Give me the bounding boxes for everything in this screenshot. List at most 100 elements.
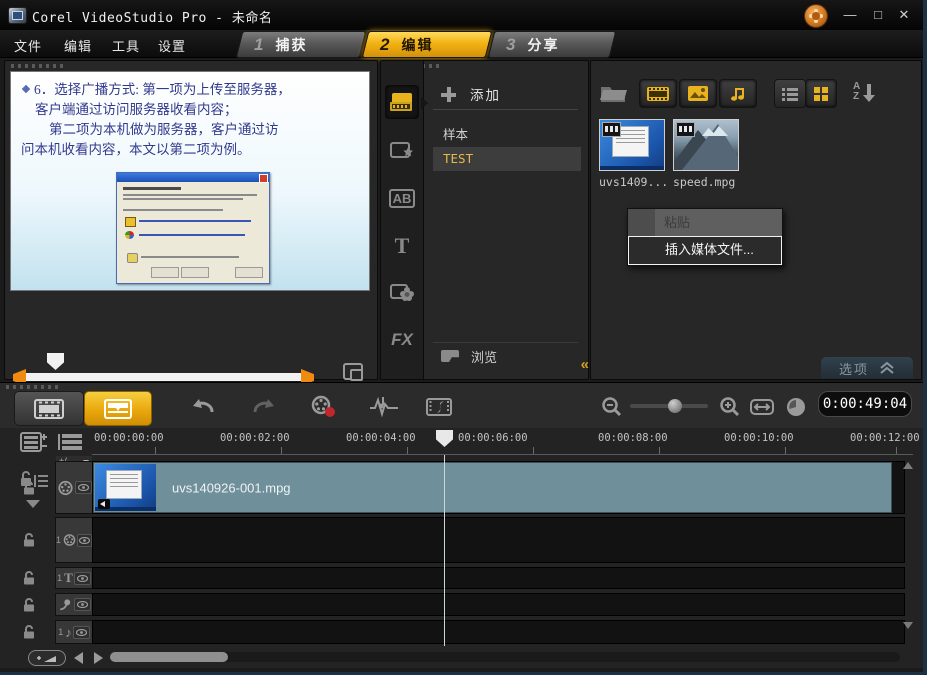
enlarge-preview-icon[interactable] — [343, 363, 363, 380]
menu-file[interactable]: 文件 — [14, 36, 42, 55]
nav-media-button[interactable] — [385, 85, 419, 119]
maximize-button[interactable]: □ — [867, 6, 889, 24]
overlay-track-body[interactable] — [92, 517, 905, 563]
menu-tools[interactable]: 工具 — [112, 36, 140, 55]
title-track-body[interactable] — [92, 567, 905, 589]
project-duration-button[interactable] — [778, 393, 814, 421]
preview-scrub-marker[interactable] — [47, 353, 64, 370]
library-add-row[interactable]: 添加 — [433, 79, 578, 110]
context-menu-insert-media[interactable]: 插入媒体文件... — [628, 236, 782, 265]
video-track-body[interactable]: uvs140926-001.mpg — [92, 461, 905, 514]
lock-icon[interactable] — [22, 571, 36, 586]
filter-audio-button[interactable] — [719, 79, 757, 108]
media-thumbnail[interactable]: speed.mpg — [673, 119, 739, 189]
voice-track-header[interactable] — [55, 593, 93, 616]
filter-video-button[interactable] — [639, 79, 677, 108]
list-view-button[interactable] — [774, 79, 806, 108]
zoom-out-button[interactable] — [594, 393, 630, 421]
nav-filter-button[interactable]: FX — [385, 323, 419, 357]
thumbnail-name: uvs1409... — [599, 175, 665, 189]
menu-settings[interactable]: 设置 — [158, 36, 186, 55]
music-track-body[interactable] — [92, 620, 905, 644]
menu-edit[interactable]: 编辑 — [64, 36, 92, 55]
zoom-out-icon — [601, 396, 623, 418]
playhead-marker[interactable] — [436, 430, 453, 447]
track-visibility-eye-icon[interactable] — [75, 481, 92, 494]
video-badge-icon — [602, 122, 621, 137]
voice-track-body[interactable] — [92, 593, 905, 616]
trim-bar[interactable] — [23, 373, 305, 381]
panel-grip[interactable] — [6, 385, 58, 389]
corel-badge-icon[interactable] — [804, 4, 828, 28]
undo-icon — [190, 396, 216, 418]
menu-bar: 文件 编辑 工具 设置 1捕获 2编辑 3分享 — [0, 30, 923, 58]
graphic-icon — [389, 281, 415, 303]
nav-instant-project-button[interactable] — [385, 133, 419, 167]
track-visibility-eye-icon[interactable] — [73, 626, 90, 639]
fit-project-button[interactable] — [744, 393, 780, 421]
embedded-dialog-screenshot — [116, 172, 270, 284]
lock-icon[interactable] — [22, 625, 36, 640]
horizontal-scrollbar-thumb[interactable] — [110, 652, 228, 662]
zoom-slider-knob[interactable] — [668, 399, 682, 413]
video-track-header[interactable] — [55, 461, 93, 514]
filter-photo-button[interactable] — [679, 79, 717, 108]
step-tab-share[interactable]: 3分享 — [488, 31, 617, 58]
zoom-slider[interactable] — [630, 404, 708, 408]
photo-filter-icon — [687, 85, 709, 102]
lock-icon[interactable] — [22, 533, 36, 548]
minimize-button[interactable]: — — [839, 6, 861, 24]
nav-graphic-button[interactable] — [385, 275, 419, 309]
library-nav-strip: AB T FX — [381, 61, 424, 379]
redo-button[interactable] — [246, 393, 282, 421]
project-duration-timecode[interactable]: 0:00:49:04 — [818, 391, 912, 417]
scroll-down-arrow[interactable] — [903, 622, 913, 629]
library-browse-button[interactable]: 浏览 — [433, 342, 578, 369]
music-track-header[interactable]: 1 ♪ — [55, 620, 93, 644]
zoom-in-button[interactable] — [712, 393, 748, 421]
film-reel-record-icon — [310, 395, 338, 419]
sound-mixer-button[interactable] — [366, 393, 402, 421]
track-height-button[interactable] — [28, 650, 66, 666]
ruler-tick-label: 00:00:08:00 — [598, 432, 668, 444]
nav-title-button[interactable]: T — [385, 229, 419, 263]
record-capture-button[interactable] — [306, 393, 342, 421]
lock-icon[interactable] — [22, 480, 36, 495]
auto-music-button[interactable] — [422, 393, 458, 421]
lock-icon[interactable] — [22, 597, 36, 612]
library-item-sample[interactable]: 样本 — [433, 123, 581, 147]
sort-button[interactable]: A Z — [853, 81, 879, 105]
track-manager-icon[interactable] — [20, 432, 48, 452]
timeline-view-button[interactable] — [84, 391, 152, 426]
title-track-header[interactable]: 1 T — [55, 567, 93, 589]
options-tab[interactable]: 选项 — [821, 357, 913, 379]
import-folder-icon[interactable] — [599, 79, 629, 105]
audio-filter-icon — [729, 85, 747, 103]
thumbnail-name: speed.mpg — [673, 175, 739, 189]
media-thumbnail[interactable]: uvs1409... — [599, 119, 665, 189]
close-button[interactable]: ✕ — [893, 6, 915, 24]
track-visibility-eye-icon[interactable] — [74, 598, 91, 611]
nav-transition-button[interactable]: AB — [385, 181, 419, 215]
horizontal-scrollbar[interactable] — [110, 652, 900, 662]
scroll-up-arrow[interactable] — [903, 462, 913, 469]
timeline-ruler[interactable] — [92, 454, 913, 455]
track-visibility-eye-icon[interactable] — [77, 534, 92, 547]
storyboard-view-button[interactable] — [14, 391, 84, 426]
media-icon — [389, 91, 415, 113]
library-item-test[interactable]: TEST — [433, 147, 581, 171]
scroll-right-arrow[interactable] — [94, 652, 103, 664]
library-collapse-icon[interactable]: « — [581, 356, 589, 373]
step-tab-capture[interactable]: 1捕获 — [236, 31, 367, 58]
timeline-toolbar: 0:00:49:04 — [0, 382, 927, 429]
scroll-left-arrow[interactable] — [74, 652, 83, 664]
track-number: 1 — [57, 573, 62, 583]
grid-view-button[interactable] — [805, 79, 837, 108]
overlay-track-header[interactable]: 1 — [55, 517, 93, 563]
undo-button[interactable] — [185, 393, 221, 421]
all-tracks-icon[interactable] — [56, 432, 84, 452]
track-visibility-eye-icon[interactable] — [74, 572, 91, 585]
panel-grip[interactable] — [11, 64, 63, 68]
timeline-clip[interactable]: uvs140926-001.mpg — [93, 462, 892, 513]
step-tab-edit[interactable]: 2编辑 — [362, 31, 493, 58]
